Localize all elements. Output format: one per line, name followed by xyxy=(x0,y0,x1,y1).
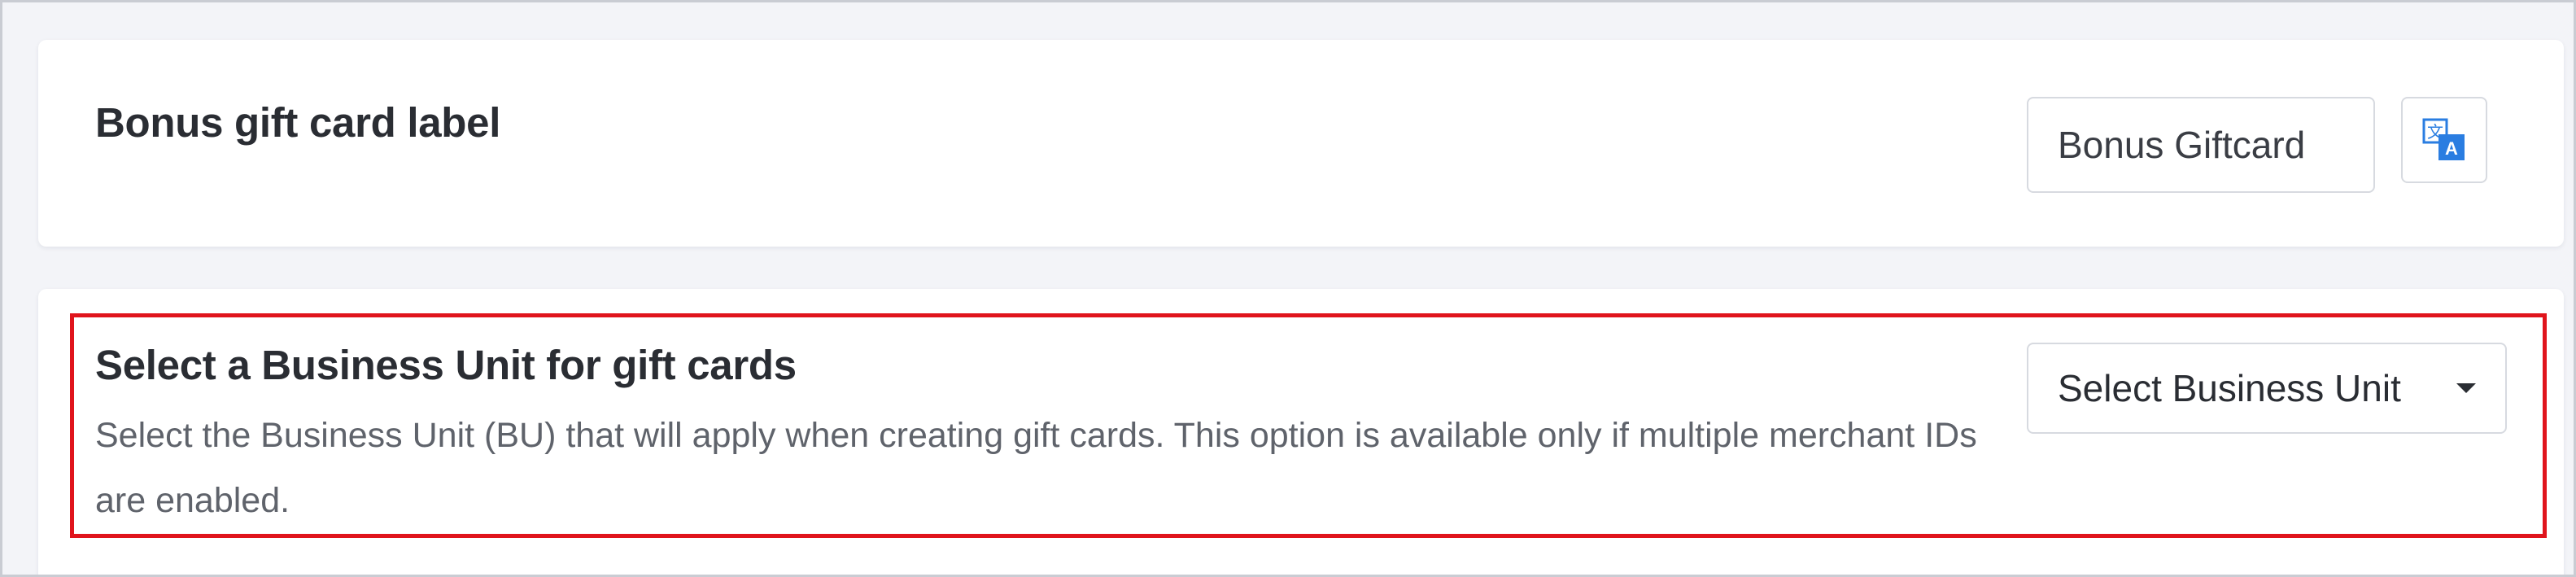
chevron-down-icon xyxy=(2456,383,2476,393)
translate-button[interactable]: 文 A xyxy=(2401,97,2487,183)
bonus-label-card: Bonus gift card label 文 A xyxy=(38,40,2564,247)
business-unit-description: Select the Business Unit (BU) that will … xyxy=(95,416,1977,520)
business-unit-select[interactable]: Select Business Unit xyxy=(2027,343,2507,434)
translate-icon: 文 A xyxy=(2422,118,2465,160)
bonus-label-title: Bonus gift card label xyxy=(95,99,501,146)
bonus-label-input[interactable] xyxy=(2027,97,2375,193)
svg-text:A: A xyxy=(2445,138,2458,159)
business-unit-select-value: Select Business Unit xyxy=(2058,367,2401,409)
business-unit-card: Select a Business Unit for gift cards Se… xyxy=(38,289,2564,575)
business-unit-title: Select a Business Unit for gift cards xyxy=(95,342,797,388)
settings-frame: Bonus gift card label 文 A Select a Busin… xyxy=(0,0,2576,577)
